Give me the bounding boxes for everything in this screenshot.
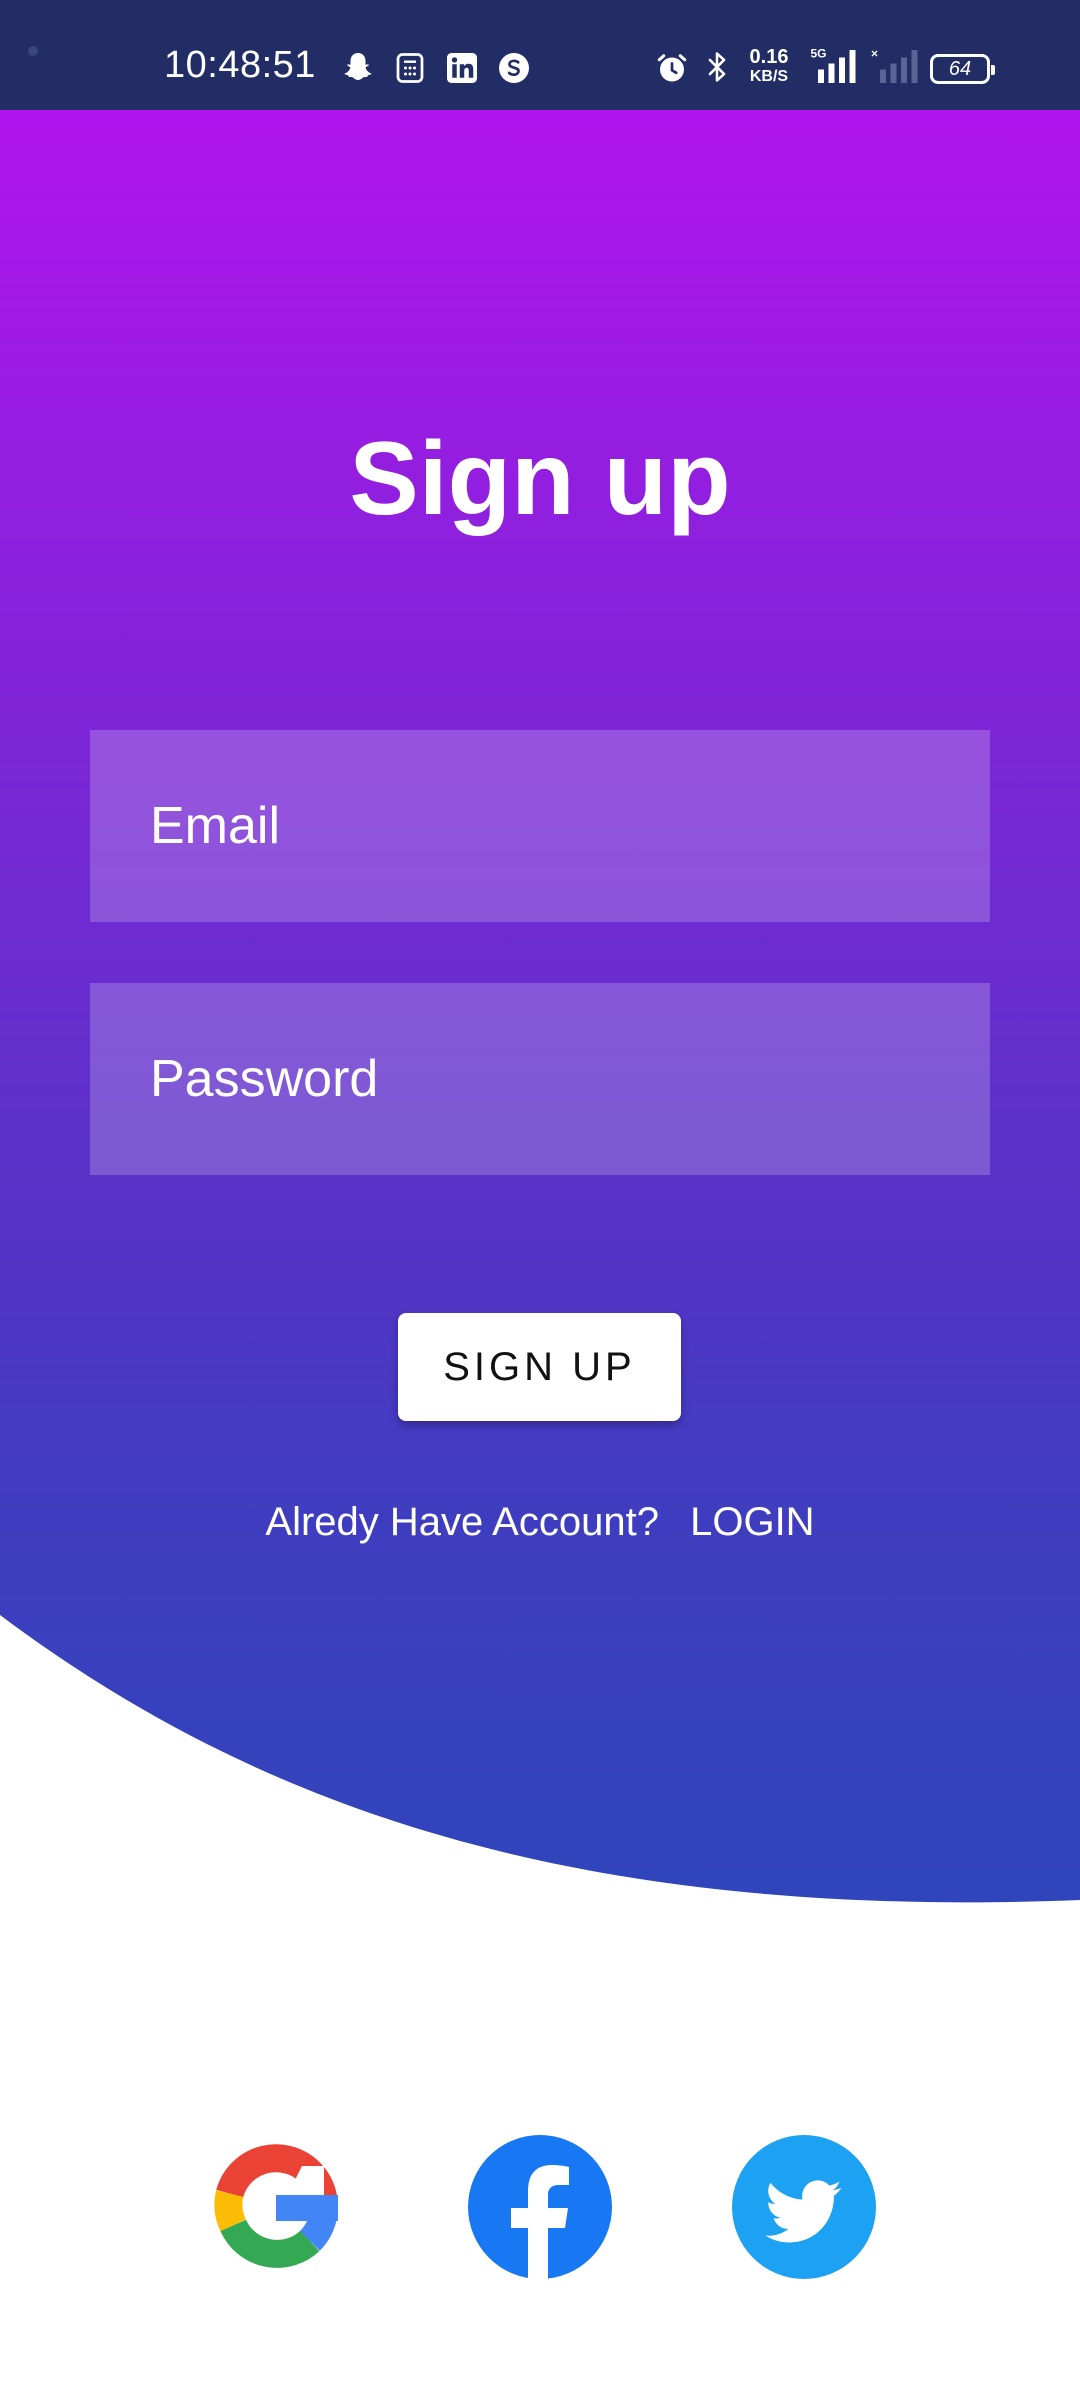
signup-screen: 10:48:51 0.16 KB/S 5G × 64 Sign up Email… <box>0 0 1080 2400</box>
scribd-icon <box>496 50 532 86</box>
login-link[interactable]: LOGIN <box>690 1500 814 1544</box>
facebook-signin-button[interactable] <box>468 2135 612 2279</box>
twitter-icon <box>732 2135 876 2279</box>
battery-level: 64 <box>948 57 972 80</box>
email-field[interactable] <box>90 730 990 922</box>
status-dot <box>28 46 38 56</box>
page-title: Sign up <box>349 421 731 537</box>
battery-icon: 64 <box>930 54 995 84</box>
google-icon <box>214 2144 348 2268</box>
twitter-signin-button[interactable] <box>732 2135 876 2279</box>
network-speed: 0.16 KB/S <box>744 46 794 86</box>
login-prompt: Alredy Have Account? LOGIN <box>0 1500 1080 1545</box>
svg-text:×: × <box>871 47 878 61</box>
bluetooth-icon <box>700 50 734 84</box>
signal-no-service-icon: × <box>868 44 922 86</box>
network-speed-unit: KB/S <box>749 68 789 85</box>
status-bar: 10:48:51 0.16 KB/S 5G × 64 <box>0 0 1080 110</box>
google-signin-button[interactable] <box>204 2135 348 2279</box>
password-field[interactable] <box>90 983 990 1175</box>
account-prompt-text: Alredy Have Account? <box>265 1500 659 1544</box>
alarm-icon <box>654 50 690 86</box>
signal-5g-icon: 5G <box>806 44 860 86</box>
snapchat-icon <box>340 50 376 86</box>
network-speed-value: 0.16 <box>749 46 789 68</box>
svg-text:5G: 5G <box>811 47 827 61</box>
signup-button[interactable]: SIGN UP <box>398 1313 681 1421</box>
linkedin-icon <box>444 50 480 86</box>
facebook-icon <box>468 2135 612 2279</box>
status-time: 10:48:51 <box>164 44 316 86</box>
calculator-icon <box>392 50 428 86</box>
